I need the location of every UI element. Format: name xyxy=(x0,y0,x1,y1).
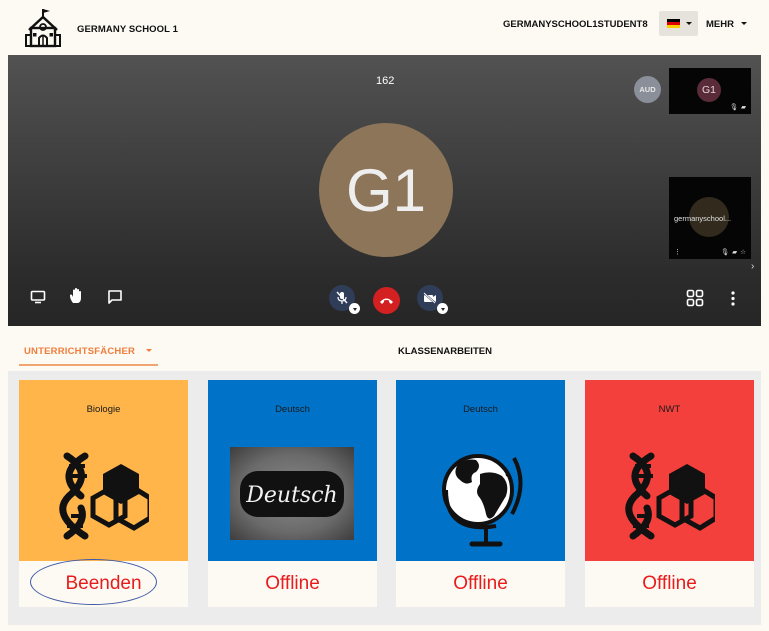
hang-up-icon xyxy=(380,298,393,304)
dna-hexagon-icon xyxy=(625,452,715,540)
participant-status-icons: 🎙 ▰ ☆ xyxy=(721,248,746,256)
video-conference-area: 162 G1 AUD G1 🎙 ▰ germanyschool... ⋮ 🎙 ▰… xyxy=(8,55,761,326)
more-vertical-icon[interactable] xyxy=(730,291,736,306)
screen-share-icon[interactable] xyxy=(30,290,46,304)
mic-off-icon xyxy=(336,291,348,304)
mute-microphone-button[interactable] xyxy=(329,285,360,314)
chat-icon[interactable] xyxy=(107,289,123,305)
mic-muted-icon: 🎙 xyxy=(729,104,738,111)
main-speaker-avatar: G1 xyxy=(319,123,453,257)
card-header: Deutsch Deutsch xyxy=(208,380,377,561)
flag-germany-icon xyxy=(667,19,680,28)
camera-off-icon xyxy=(423,292,436,304)
camera-off-icon: ▰ xyxy=(741,104,746,111)
mic-muted-icon: 🎙 xyxy=(720,249,730,256)
card-title: NWT xyxy=(658,404,681,415)
card-header: Deutsch xyxy=(396,380,565,561)
active-tab-indicator xyxy=(19,364,158,366)
raise-hand-icon[interactable] xyxy=(68,287,86,305)
chevron-down-icon[interactable] xyxy=(146,349,152,352)
username-menu[interactable]: GERMANYSCHOOL1STUDENT8 xyxy=(503,19,648,30)
participant-thumbnail[interactable]: germanyschool... ⋮ 🎙 ▰ ☆ xyxy=(669,177,751,259)
subject-card-nwt[interactable]: NWT Offline xyxy=(585,380,754,607)
participant-thumbnail[interactable]: G1 🎙 ▰ xyxy=(669,68,751,114)
participant-count: 162 xyxy=(376,75,395,87)
card-header: Biologie xyxy=(19,380,188,561)
grid-view-icon[interactable] xyxy=(686,289,704,307)
card-title: Biologie xyxy=(86,404,121,415)
language-selector[interactable] xyxy=(659,11,698,36)
end-call-button[interactable] xyxy=(373,287,400,314)
chalkboard-deutsch-image: Deutsch xyxy=(230,447,354,540)
tab-subjects[interactable]: UNTERRICHTSFÄCHER xyxy=(24,346,135,357)
participant-name: germanyschool... xyxy=(674,214,732,223)
toggle-camera-button[interactable] xyxy=(417,285,448,314)
camera-off-icon: ▰ xyxy=(732,249,738,256)
school-logo-icon[interactable] xyxy=(25,8,61,48)
chevron-down-icon[interactable] xyxy=(437,303,448,314)
participant-avatar: G1 xyxy=(697,78,721,102)
participant-status-icons: 🎙 ▰ xyxy=(730,103,746,111)
card-title: Deutsch xyxy=(463,404,498,415)
highlight-annotation-ellipse xyxy=(30,559,157,605)
chevron-right-icon[interactable]: › xyxy=(751,261,754,272)
star-icon[interactable]: ☆ xyxy=(740,248,746,256)
top-header: GERMANY SCHOOL 1 GERMANYSCHOOL1STUDENT8 … xyxy=(0,0,769,55)
tab-exams[interactable]: KLASSENARBEITEN xyxy=(398,346,492,357)
chevron-down-icon xyxy=(686,22,692,25)
audio-only-badge[interactable]: AUD xyxy=(634,76,661,103)
subject-card-deutsch[interactable]: Deutsch Deutsch Offline xyxy=(208,380,377,607)
globe-icon xyxy=(442,454,523,547)
card-status[interactable]: Offline xyxy=(585,561,754,607)
more-vertical-icon[interactable]: ⋮ xyxy=(674,248,681,256)
card-header: NWT xyxy=(585,380,754,561)
dna-hexagon-icon xyxy=(59,452,149,540)
chalkboard-text: Deutsch xyxy=(245,483,337,508)
school-name: GERMANY SCHOOL 1 xyxy=(77,24,179,35)
chevron-down-icon[interactable] xyxy=(349,303,360,314)
more-menu[interactable]: MEHR xyxy=(706,19,734,30)
card-title: Deutsch xyxy=(275,404,310,415)
chevron-down-icon xyxy=(741,22,747,25)
subject-card-deutsch-2[interactable]: Deutsch Offline xyxy=(396,380,565,607)
card-status[interactable]: Offline xyxy=(208,561,377,607)
card-status[interactable]: Offline xyxy=(396,561,565,607)
